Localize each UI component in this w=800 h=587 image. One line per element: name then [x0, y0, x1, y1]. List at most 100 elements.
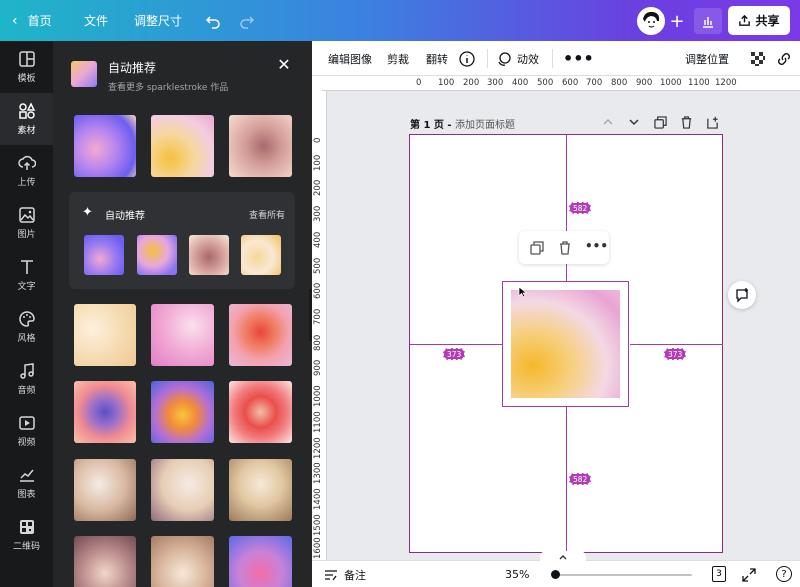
chart-icon	[19, 469, 34, 482]
link-icon[interactable]	[776, 41, 792, 76]
gradient-thumb[interactable]	[74, 115, 136, 177]
fullscreen-icon[interactable]	[742, 567, 756, 586]
gradient-thumb[interactable]	[74, 304, 136, 366]
home-label: 首页	[27, 14, 52, 28]
ruler-tick: 300	[487, 78, 504, 88]
image-icon	[18, 207, 35, 223]
redo-icon[interactable]	[234, 8, 260, 34]
rail-item-charts[interactable]: 图表	[0, 457, 53, 509]
undo-icon[interactable]	[200, 8, 226, 34]
insights-icon[interactable]	[694, 8, 722, 34]
gradient-thumb[interactable]	[229, 115, 292, 177]
ruler-tick: 500	[313, 257, 323, 274]
help-button[interactable]: ?	[776, 566, 792, 582]
rail-item-templates[interactable]: 模板	[0, 41, 53, 93]
distance-label-right: 373	[664, 348, 687, 360]
page-title-placeholder[interactable]: 添加页面标题	[455, 120, 515, 131]
ruler-tick: 900	[313, 359, 323, 376]
gradient-thumb[interactable]	[229, 304, 292, 366]
gradient-thumb[interactable]	[189, 235, 229, 275]
share-button[interactable]: 共享	[728, 6, 790, 35]
ruler-tick: 1400	[313, 488, 323, 510]
gradient-thumb[interactable]	[74, 459, 136, 521]
gradient-thumb[interactable]	[151, 115, 214, 177]
animate-button[interactable]: 动效	[496, 41, 539, 76]
gradient-thumb[interactable]	[137, 235, 177, 275]
zoom-slider[interactable]	[551, 570, 692, 579]
ruler-tick: 400	[313, 231, 323, 248]
add-comment-button[interactable]	[728, 281, 756, 309]
toolbar-divider	[552, 49, 553, 68]
gradient-thumb[interactable]	[229, 381, 292, 443]
zoom-value: 35%	[505, 568, 530, 581]
rail-item-elements[interactable]: 素材	[0, 93, 53, 145]
gradient-thumb[interactable]	[229, 536, 292, 587]
expand-pages-tab[interactable]	[540, 551, 586, 563]
notes-button[interactable]: 备注	[324, 561, 366, 587]
ruler-tick: 300	[313, 205, 323, 222]
top-bar: ‹ 首页 文件 调整尺寸 + 共享	[0, 0, 800, 41]
close-icon[interactable]: ✕	[275, 55, 293, 74]
chevron-up-icon[interactable]	[600, 114, 616, 130]
more-icon[interactable]: •••	[585, 239, 608, 253]
gradient-thumb[interactable]	[229, 459, 292, 521]
panel-subtitle[interactable]: 查看更多 sparklestroke 作品	[108, 80, 228, 93]
trash-icon[interactable]	[558, 240, 572, 255]
gradient-thumb[interactable]	[241, 235, 281, 275]
gradient-thumb[interactable]	[151, 304, 214, 366]
gradient-thumb[interactable]	[84, 235, 124, 275]
rail-item-video[interactable]: 视频	[0, 405, 53, 457]
rail-label: 图表	[17, 490, 36, 500]
rail-item-photos[interactable]: 图片	[0, 197, 53, 249]
alignment-guide	[410, 344, 502, 345]
gradient-thumb[interactable]	[74, 381, 136, 443]
resize-menu[interactable]: 调整尺寸	[134, 0, 182, 41]
transparency-icon[interactable]	[750, 41, 766, 76]
avatar[interactable]	[637, 7, 665, 35]
design-page[interactable]: 582 582 373 373 •••	[409, 134, 723, 553]
delete-page-icon[interactable]	[678, 114, 694, 130]
ruler-tick: 800	[611, 78, 628, 88]
qrcode-icon	[19, 520, 34, 534]
horizontal-ruler: 0 100 200 300 400 500 600 700 800 900 10…	[322, 76, 800, 91]
gradient-image[interactable]	[511, 290, 620, 398]
add-collaborator-icon[interactable]: +	[664, 8, 690, 34]
see-all-link[interactable]: 查看所有	[249, 208, 285, 221]
rail-item-audio[interactable]: 音频	[0, 353, 53, 405]
rail-item-uploads[interactable]: 上传	[0, 145, 53, 197]
page-title[interactable]: 第 1 页 - 添加页面标题	[410, 116, 515, 131]
gradient-thumb[interactable]	[151, 459, 214, 521]
add-page-icon[interactable]	[704, 114, 720, 130]
alignment-guide	[566, 407, 567, 553]
side-rail: 模板 素材 上传 图片 文字 风格 音频 视频 图表 二维码	[0, 41, 53, 587]
element-floating-toolbar: •••	[519, 231, 609, 264]
rail-item-qrcode[interactable]: 二维码	[0, 509, 53, 561]
file-menu[interactable]: 文件	[84, 0, 108, 41]
duplicate-icon[interactable]	[530, 240, 544, 255]
flip-button[interactable]: 翻转	[426, 41, 448, 76]
rail-item-text[interactable]: 文字	[0, 249, 53, 301]
page-count-button[interactable]: 3	[712, 566, 726, 582]
ruler-tick: 700	[313, 308, 323, 325]
chevron-down-icon[interactable]	[626, 114, 642, 130]
gradient-thumb[interactable]	[151, 381, 214, 443]
ruler-tick: 200	[313, 179, 323, 196]
ruler-tick: 1000	[313, 385, 323, 407]
rec-title: 自动推荐	[105, 211, 145, 222]
home-button[interactable]: ‹ 首页	[12, 0, 52, 41]
edit-image-button[interactable]: 编辑图像	[328, 41, 372, 76]
info-icon[interactable]	[459, 41, 475, 76]
duplicate-page-icon[interactable]	[652, 114, 668, 130]
more-icon[interactable]: •••	[563, 41, 594, 76]
panel-title: 自动推荐	[108, 61, 157, 75]
help-label: ?	[781, 568, 787, 580]
ruler-tick: 1300	[313, 462, 323, 484]
rail-item-styles[interactable]: 风格	[0, 301, 53, 353]
crop-button[interactable]: 剪裁	[387, 41, 409, 76]
gradient-thumb[interactable]	[151, 536, 214, 587]
notes-label: 备注	[344, 568, 366, 582]
zoom-slider-handle[interactable]	[551, 570, 560, 579]
position-button[interactable]: 调整位置	[685, 41, 729, 76]
music-icon	[19, 363, 34, 379]
gradient-thumb[interactable]	[74, 536, 136, 587]
